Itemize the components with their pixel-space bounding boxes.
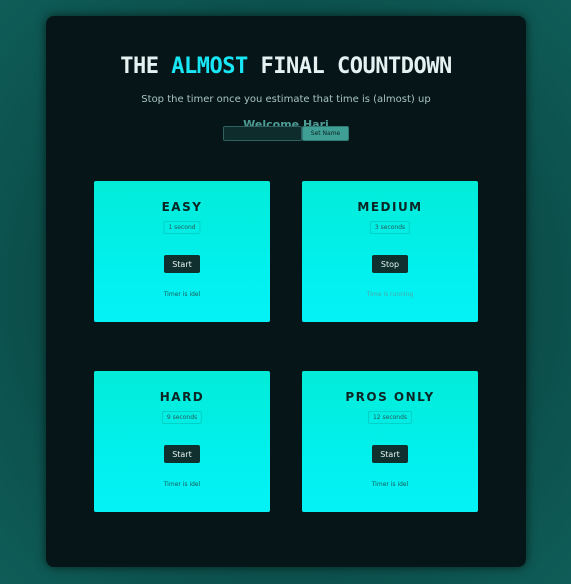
- card-medium: Medium 3 seconds Stop Time is running: [302, 181, 478, 322]
- duration-badge: 9 seconds: [161, 411, 203, 424]
- card-title: Medium: [357, 200, 423, 214]
- duration-badge: 12 seconds: [367, 411, 413, 424]
- title-prefix: The: [120, 54, 159, 79]
- timer-status: Time is running: [366, 291, 414, 298]
- card-title: Pros Only: [345, 390, 435, 404]
- timer-status: Timer is idel: [371, 481, 409, 488]
- start-button-easy[interactable]: Start: [164, 255, 200, 273]
- page-title: The Almost Final Countdown: [46, 54, 526, 79]
- start-button-pros-only[interactable]: Start: [372, 445, 408, 463]
- duration-badge: 1 second: [163, 221, 201, 234]
- card-title: Hard: [159, 390, 205, 404]
- set-name-button[interactable]: Set Name: [302, 126, 349, 141]
- subtitle: Stop the timer once you estimate that ti…: [141, 94, 431, 105]
- title-highlight: Almost: [171, 54, 248, 79]
- card-hard: Hard 9 seconds Start Timer is idel: [94, 371, 270, 512]
- timer-status: Timer is idel: [163, 291, 201, 298]
- title-suffix: Final Countdown: [260, 54, 453, 79]
- name-input[interactable]: [223, 126, 302, 141]
- timer-status: Timer is idel: [163, 481, 201, 488]
- stop-button-medium[interactable]: Stop: [372, 255, 408, 273]
- card-easy: Easy 1 second Start Timer is idel: [94, 181, 270, 322]
- card-title: Easy: [161, 200, 203, 214]
- card-pros-only: Pros Only 12 seconds Start Timer is idel: [302, 371, 478, 512]
- duration-badge: 3 seconds: [369, 221, 411, 234]
- start-button-hard[interactable]: Start: [164, 445, 200, 463]
